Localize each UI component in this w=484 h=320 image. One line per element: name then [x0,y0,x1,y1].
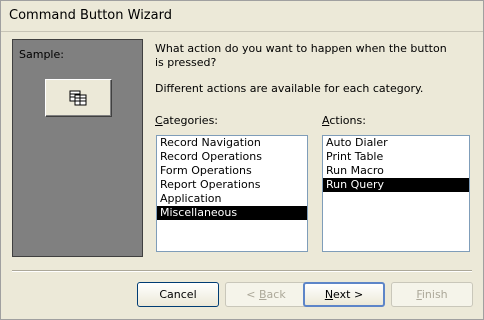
next-button-text: ext > [333,288,364,301]
sample-panel: Sample: [12,39,143,257]
action-item[interactable]: Auto Dialer [323,136,469,150]
category-item-selected[interactable]: Miscellaneous [157,206,307,220]
next-button[interactable]: Next > [303,282,385,307]
wizard-window: Command Button Wizard Sample: What actio… [0,0,484,320]
window-title: Command Button Wizard [9,8,172,23]
category-item[interactable]: Record Operations [157,150,307,164]
sample-label: Sample: [19,48,64,61]
category-item[interactable]: Application [157,192,307,206]
category-item[interactable]: Record Navigation [157,136,307,150]
categories-label-access-key: C [155,114,163,127]
action-item[interactable]: Run Macro [323,164,469,178]
next-button-access-key: N [324,288,334,301]
button-separator [12,270,472,272]
query-icon [69,90,87,106]
back-button-text: ack [266,288,286,301]
title-bar: Command Button Wizard [1,1,483,31]
back-button-access-key: B [259,288,267,301]
actions-label-text: ctions: [329,114,366,127]
hint-text: Different actions are available for each… [155,82,424,95]
category-item[interactable]: Form Operations [157,164,307,178]
finish-button-text: inish [421,288,448,301]
category-item[interactable]: Report Operations [157,178,307,192]
question-text: What action do you want to happen when t… [155,42,447,69]
action-item[interactable]: Print Table [323,150,469,164]
sample-button-preview [45,79,112,117]
title-separator [1,31,483,32]
cancel-button[interactable]: Cancel [137,282,219,307]
actions-listbox[interactable]: Auto Dialer Print Table Run Macro Run Qu… [322,135,470,252]
categories-label-text: ategories: [162,114,219,127]
action-item-selected[interactable]: Run Query [323,178,469,192]
categories-listbox[interactable]: Record Navigation Record Operations Form… [156,135,308,252]
categories-label: Categories: [155,114,218,127]
back-button-prefix: < [246,288,259,301]
actions-label: Actions: [322,114,366,127]
back-button[interactable]: < Back [225,282,307,307]
finish-button[interactable]: Finish [391,282,473,307]
